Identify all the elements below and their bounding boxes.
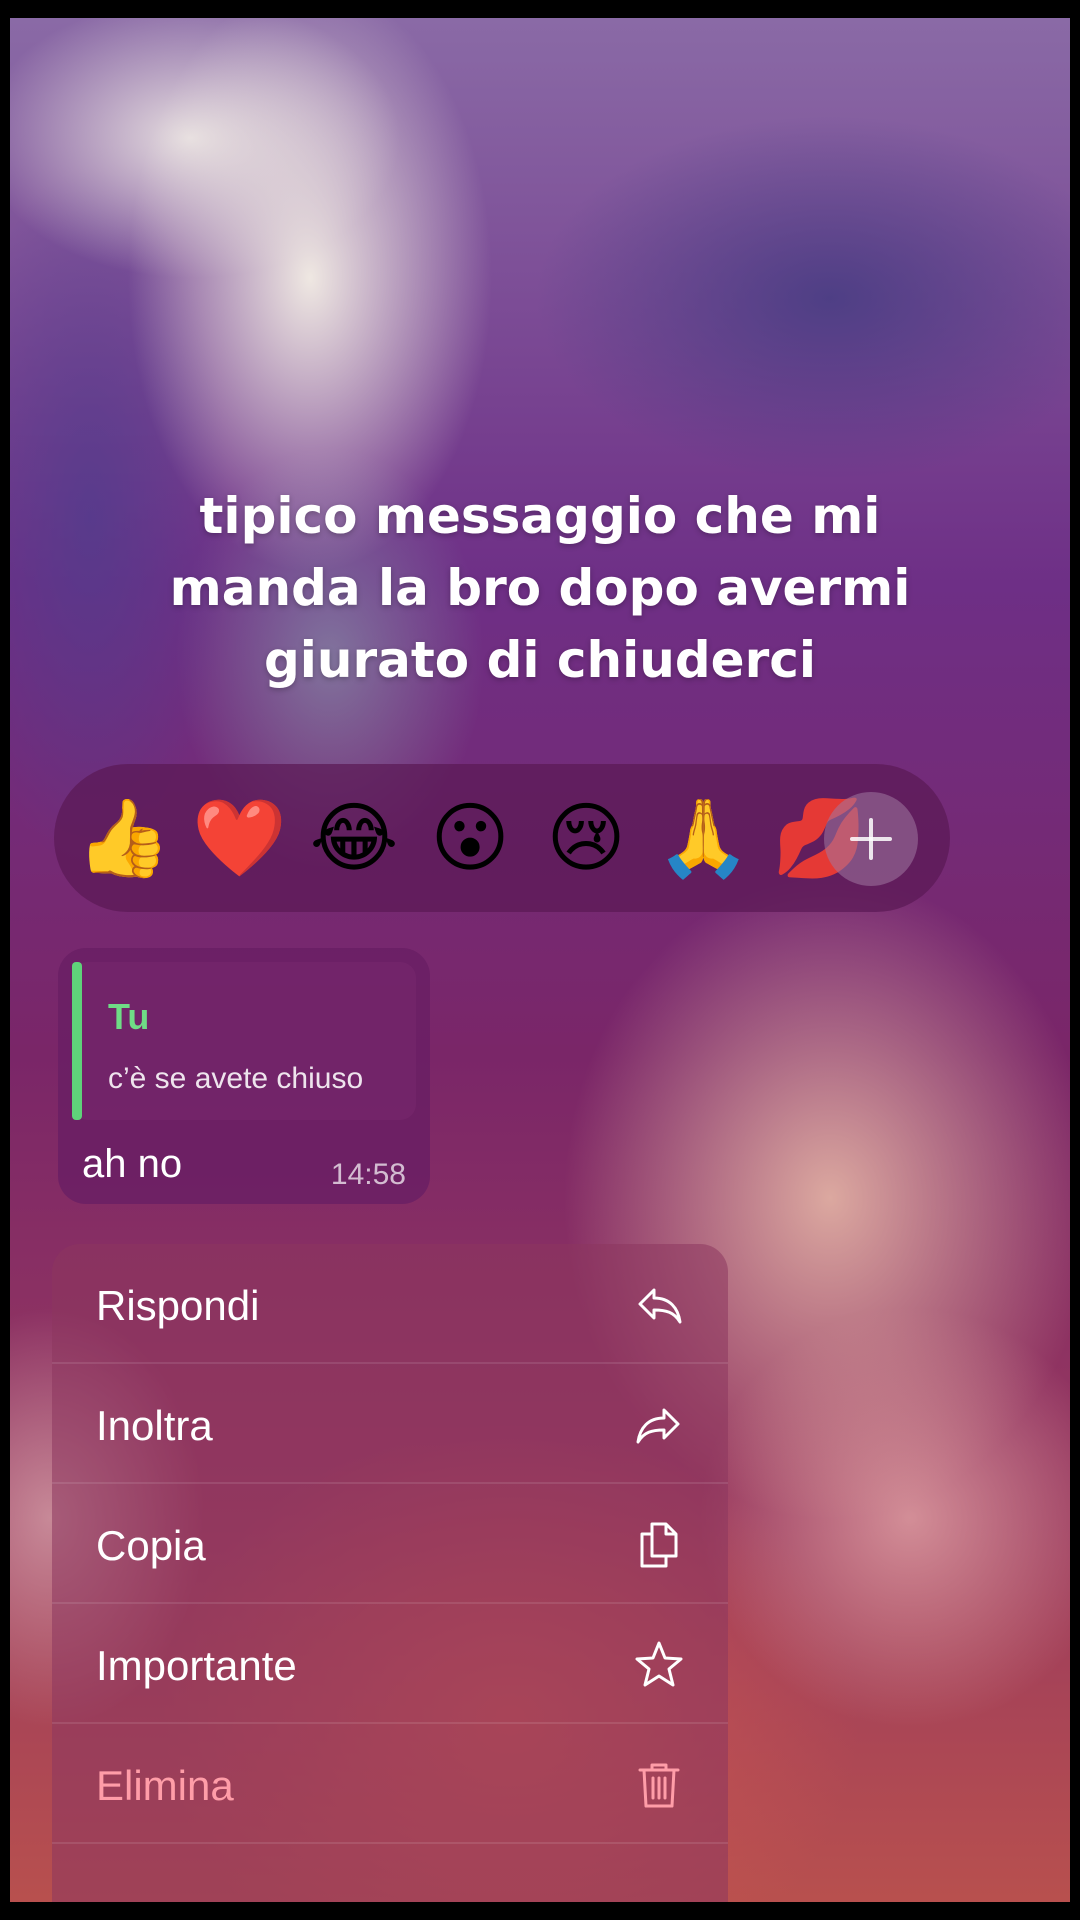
- menu-item-star[interactable]: Importante: [52, 1604, 728, 1724]
- menu-item-label: Importante: [96, 1642, 297, 1689]
- menu-item-copy[interactable]: Copia: [52, 1484, 728, 1604]
- copy-icon: [640, 1522, 678, 1568]
- menu-item-label: Rispondi: [96, 1282, 260, 1329]
- menu-item-delete[interactable]: Elimina: [52, 1724, 728, 1844]
- menu-item-forward[interactable]: Inoltra: [52, 1364, 728, 1484]
- screen: tipico messaggio che mi manda la bro dop…: [10, 18, 1070, 1902]
- more-reactions-button[interactable]: [824, 792, 918, 886]
- heart-icon[interactable]: ❤️: [192, 792, 287, 884]
- message-text: ah no: [82, 1142, 183, 1186]
- thumbs-up-icon[interactable]: 👍: [76, 792, 171, 884]
- caption-line-2: manda la bro dopo avermi: [169, 559, 911, 617]
- tears-of-joy-icon[interactable]: 😂: [308, 792, 400, 884]
- quote-author: Tu: [108, 996, 150, 1037]
- quoted-message[interactable]: Tu c’è se avete chiuso: [72, 962, 416, 1120]
- message-timestamp: 14:58: [330, 1158, 406, 1191]
- forward-icon: [636, 1408, 680, 1444]
- reply-icon: [638, 1288, 682, 1324]
- menu-item-reply[interactable]: Rispondi: [52, 1244, 728, 1364]
- context-menu: Rispondi Inoltra Copia Importante Elimin…: [52, 1244, 728, 1902]
- crying-face-icon[interactable]: 😢: [540, 792, 632, 884]
- caption-line-3: giurato di chiuderci: [263, 631, 817, 689]
- trash-icon: [638, 1763, 680, 1808]
- menu-item-label: Copia: [96, 1522, 206, 1569]
- menu-item-label: Elimina: [96, 1762, 234, 1809]
- menu-item-label: Inoltra: [96, 1402, 213, 1449]
- folded-hands-icon[interactable]: 🙏: [656, 792, 751, 884]
- video-caption: tipico messaggio che mi manda la bro dop…: [10, 480, 1070, 696]
- message-bubble[interactable]: Tu c’è se avete chiuso ah no 14:58: [58, 948, 430, 1204]
- surprised-face-icon[interactable]: 😮: [424, 792, 516, 884]
- quote-text: c’è se avete chiuso: [108, 1062, 364, 1095]
- star-icon: [635, 1641, 683, 1687]
- reaction-bar: 👍 ❤️ 😂 😮 😢 🙏 💋: [54, 764, 950, 912]
- quote-accent-bar: [72, 962, 82, 1120]
- caption-line-1: tipico messaggio che mi: [199, 487, 881, 545]
